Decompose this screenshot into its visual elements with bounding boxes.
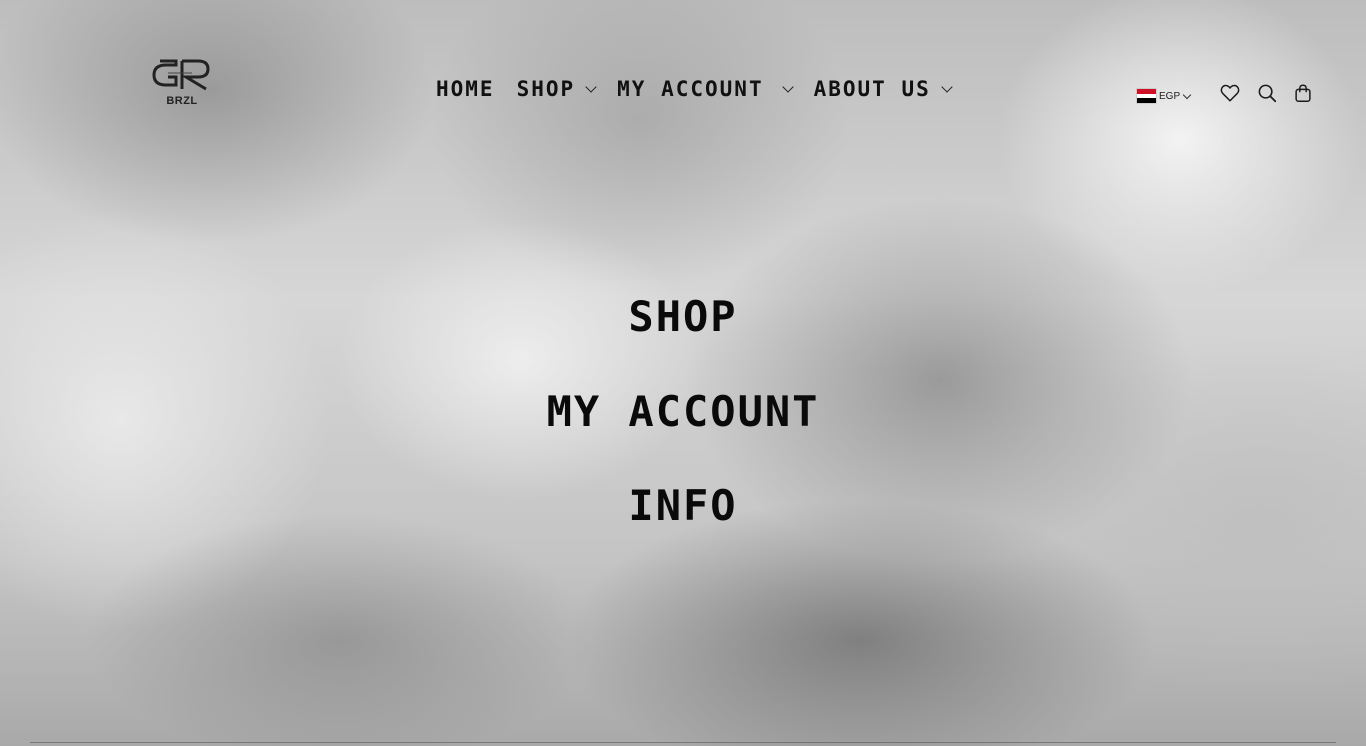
center-menu: Shop My Account Info <box>0 290 1366 533</box>
logo-text: BRZL <box>166 95 198 107</box>
nav-item-about-us[interactable]: About Us <box>813 77 953 101</box>
nav-label-my-account: My Account <box>617 77 764 101</box>
center-link-my-account[interactable]: My Account <box>0 385 1366 439</box>
egypt-flag-icon <box>1137 89 1156 104</box>
search-button[interactable] <box>1256 82 1278 104</box>
search-icon <box>1258 84 1277 103</box>
nav-item-shop[interactable]: Shop <box>516 77 597 101</box>
brand-logo[interactable]: BRZL <box>146 55 218 111</box>
nav-label-about-us: About Us <box>813 77 931 101</box>
logo-mark-icon <box>152 59 210 91</box>
center-link-shop[interactable]: Shop <box>0 290 1366 344</box>
bag-icon <box>1295 84 1311 102</box>
currency-label: EGP <box>1159 90 1181 102</box>
nav-item-my-account[interactable]: My Account <box>617 77 794 101</box>
divider <box>30 742 1336 743</box>
nav-item-home[interactable]: Home <box>436 77 495 101</box>
wishlist-button[interactable] <box>1219 82 1241 104</box>
nav-label-shop: Shop <box>516 77 576 101</box>
currency-selector[interactable]: EGP <box>1137 88 1192 104</box>
chevron-down-icon <box>781 81 794 93</box>
site-header: BRZL Home Shop My Account About Us EGP <box>0 0 1366 180</box>
main-nav: Home Shop My Account About Us <box>436 74 973 104</box>
chevron-down-icon <box>941 81 953 93</box>
chevron-down-icon <box>1182 90 1192 99</box>
center-link-info[interactable]: Info <box>0 479 1366 533</box>
cart-button[interactable] <box>1292 82 1314 104</box>
chevron-down-icon <box>585 81 597 93</box>
heart-icon <box>1220 84 1240 102</box>
nav-label-home: Home <box>436 77 495 101</box>
